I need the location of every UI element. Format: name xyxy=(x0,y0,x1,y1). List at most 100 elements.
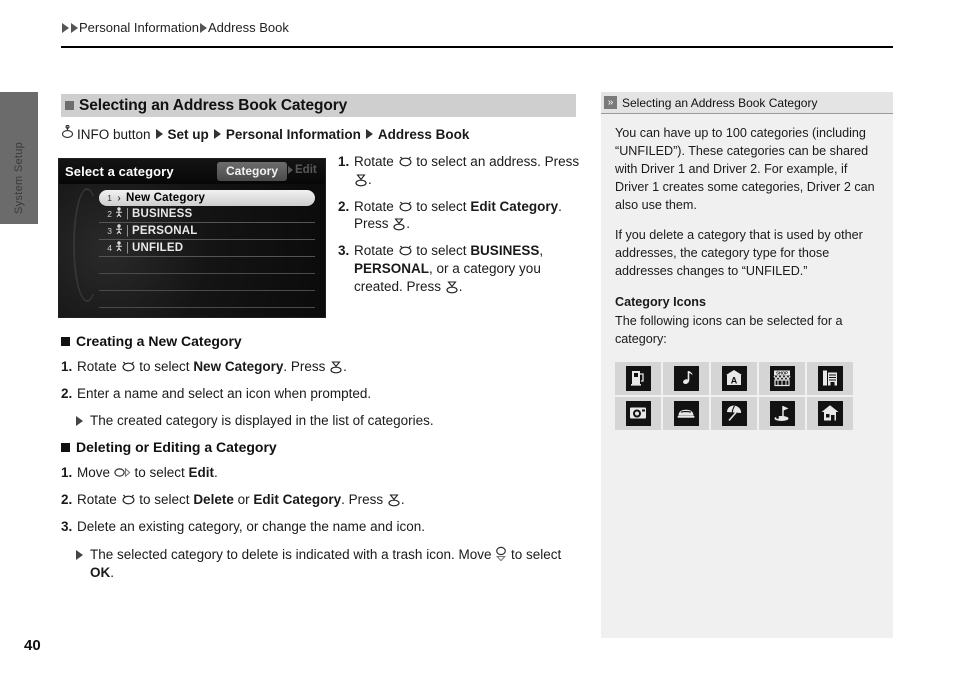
triangle-right-icon xyxy=(365,129,373,139)
step-number: 2. xyxy=(61,386,73,402)
press-knob-icon xyxy=(387,492,401,507)
category-icon-cell[interactable] xyxy=(615,396,661,430)
press-knob-icon xyxy=(445,279,459,294)
list-item-number: 3 xyxy=(107,226,112,236)
press-knob-icon xyxy=(329,359,343,374)
section-heading: Deleting or Editing a Category xyxy=(61,438,586,457)
category-icon-cell[interactable] xyxy=(663,396,709,430)
step-fragment: Rotate xyxy=(77,492,121,508)
nav-segment-address-book: Address Book xyxy=(377,126,470,142)
category-icon-cell[interactable] xyxy=(615,361,661,395)
section-note-text: The selected category to delete is indic… xyxy=(90,546,586,582)
step-emphasis: New Category xyxy=(193,358,284,374)
square-bullet-icon xyxy=(61,336,70,346)
screen-header: Select a category Category Edit xyxy=(59,159,325,184)
step-text: Enter a name and select an icon when pro… xyxy=(77,386,372,402)
step-fragment: Move xyxy=(77,464,114,480)
square-bullet-icon xyxy=(65,101,74,110)
step-item: 1. Move to select Edit. xyxy=(61,464,586,482)
category-icon-cell[interactable]: SHOP xyxy=(759,361,805,395)
step-text: Delete an existing category, or change t… xyxy=(77,519,425,535)
category-icon-cell[interactable] xyxy=(759,396,805,430)
step-number: 2. xyxy=(338,198,350,214)
category-icon-cell[interactable]: A xyxy=(711,361,757,395)
rotary-knob-icon xyxy=(398,199,413,214)
step-fragment: Rotate xyxy=(354,154,398,169)
category-icon-cell[interactable] xyxy=(663,361,709,395)
screen-tab-category[interactable]: Category xyxy=(217,162,288,181)
category-icon-grid: A SHOP xyxy=(615,361,878,430)
list-item-number: 1 xyxy=(107,193,112,203)
screen-edit-label: Edit xyxy=(295,164,317,176)
list-item[interactable]: 1 › New Category xyxy=(99,190,315,206)
sidebar-body: You can have up to 100 categories (inclu… xyxy=(601,114,893,430)
step-emphasis: Delete xyxy=(193,492,234,508)
step-text: Rotate to select BUSINESS, PERSONAL, or … xyxy=(354,242,583,295)
navigation-path: INFO button Set up Personal Information … xyxy=(61,124,470,143)
person-icon xyxy=(112,241,126,255)
rotary-knob-icon xyxy=(121,359,136,374)
breadcrumb-item-0: Personal Information xyxy=(79,20,199,35)
sidebar-paragraph: You can have up to 100 categories (inclu… xyxy=(615,126,875,212)
step-item: 3. Delete an existing category, or chang… xyxy=(61,518,586,536)
triangle-right-icon xyxy=(71,22,78,33)
sidebar-icons-heading: Category Icons xyxy=(615,295,706,309)
step-number: 3. xyxy=(338,243,350,259)
section-deleting-editing-category: Deleting or Editing a Category 1. Move t… xyxy=(61,438,586,582)
screen-body: 1 › New Category 2 | BUSINESS 3 | PERSON… xyxy=(59,184,325,317)
step-fragment: to select an address. Press xyxy=(412,154,580,169)
sidebar-header-title: Selecting an Address Book Category xyxy=(622,95,818,110)
step-fragment: . xyxy=(458,278,463,294)
step-text: Rotate to select New Category. Press . xyxy=(77,358,586,376)
section-note: The created category is displayed in the… xyxy=(75,412,586,430)
note-emphasis: OK xyxy=(90,564,111,580)
step-text: Rotate to select Edit Category. Press . xyxy=(354,198,583,234)
section-heading-label: Creating a New Category xyxy=(76,333,242,349)
sidebar-header: » Selecting an Address Book Category xyxy=(601,92,893,114)
section-note: The selected category to delete is indic… xyxy=(75,546,586,582)
double-chevron-right-icon: » xyxy=(604,96,617,109)
list-item[interactable]: 3 | PERSONAL xyxy=(99,223,315,240)
list-item-label: UNFILED xyxy=(132,242,184,254)
step-item: 3. Rotate to select BUSINESS, PERSONAL, … xyxy=(338,242,583,295)
triangle-right-icon xyxy=(213,129,221,139)
list-item-divider: | xyxy=(126,208,129,220)
step-fragment: . Press xyxy=(341,492,387,508)
step-number: 1. xyxy=(61,358,73,374)
rotary-knob-icon xyxy=(398,243,413,258)
step-fragment: to select xyxy=(412,198,471,214)
section-creating-new-category: Creating a New Category 1. Rotate to sel… xyxy=(61,332,586,431)
header-divider xyxy=(61,46,893,48)
category-icon-cell[interactable] xyxy=(807,361,853,395)
triangle-right-icon xyxy=(76,416,83,427)
triangle-right-icon xyxy=(155,129,163,139)
list-item[interactable]: 2 | BUSINESS xyxy=(99,206,315,223)
step-number: 1. xyxy=(61,464,73,480)
category-icon-cell[interactable] xyxy=(807,396,853,430)
step-emphasis: Edit Category xyxy=(253,492,342,508)
category-icon-cell[interactable] xyxy=(711,396,757,430)
list-item-empty xyxy=(99,291,315,308)
list-item-number: 4 xyxy=(107,243,112,253)
list-item[interactable]: 4 | UNFILED xyxy=(99,240,315,257)
step-item: 1. Rotate to select an address. Press . xyxy=(338,153,583,189)
step-item: 2. Rotate to select Delete or Edit Categ… xyxy=(61,491,586,509)
step-fragment: . xyxy=(406,216,411,232)
step-fragment: Rotate xyxy=(77,358,121,374)
person-icon xyxy=(112,224,126,238)
school-building-icon: A xyxy=(721,365,747,391)
list-item-empty xyxy=(99,257,315,274)
step-fragment: . xyxy=(368,171,372,187)
step-fragment: Rotate xyxy=(354,243,398,259)
triangle-right-icon xyxy=(76,549,83,560)
rotary-knob-icon xyxy=(398,154,413,169)
nav-segment-personal-information: Personal Information xyxy=(225,126,361,142)
step-fragment: Rotate xyxy=(354,198,398,214)
list-item-label: PERSONAL xyxy=(132,225,198,237)
screen-edit-button[interactable]: Edit xyxy=(287,164,317,176)
step-fragment: . xyxy=(400,492,405,508)
step-fragment: . Press xyxy=(283,358,330,374)
svg-text:A: A xyxy=(731,376,738,386)
navigation-screen-mockup: Select a category Category Edit 1 › New … xyxy=(58,158,326,318)
section-tab-label: System Setup xyxy=(13,141,25,215)
